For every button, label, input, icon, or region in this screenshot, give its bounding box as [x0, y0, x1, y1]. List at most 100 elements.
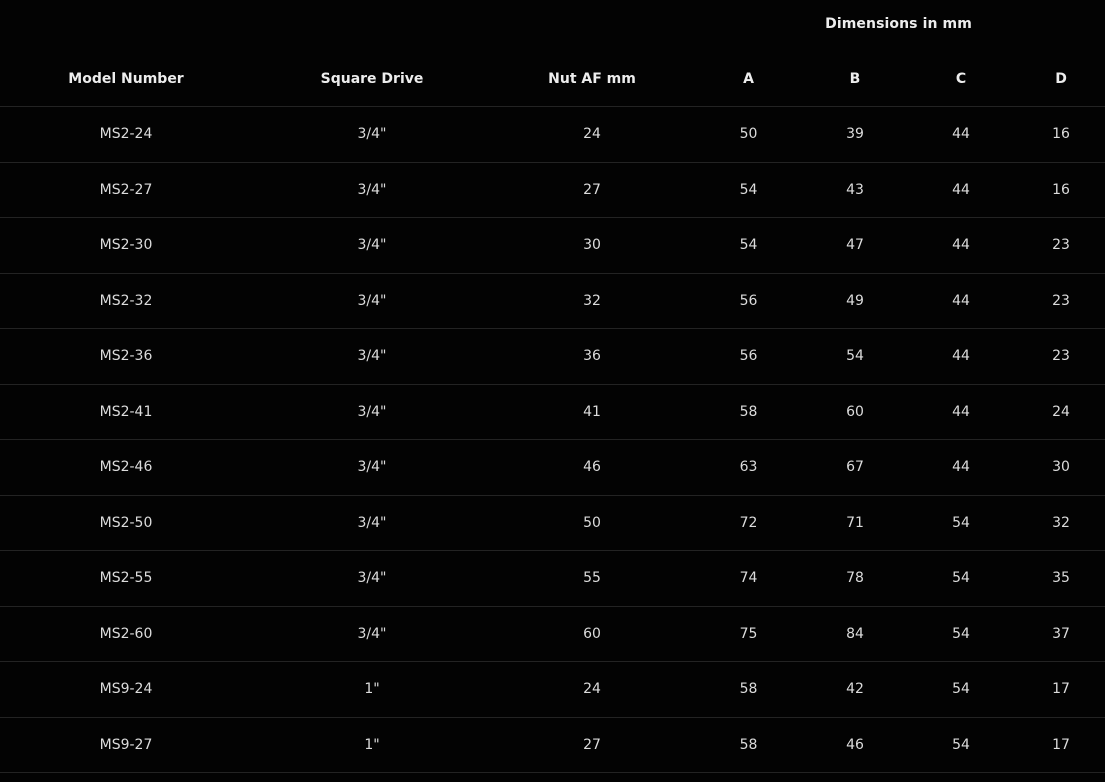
table-row: MS2-46 3/4" 46 63 67 44 30	[0, 439, 1105, 496]
spec-table: Dimensions in mm Model Number Square Dri…	[0, 0, 1105, 773]
cell-dim-d: 24	[1017, 384, 1105, 440]
cell-square-drive: 3/4"	[252, 217, 492, 274]
cell-square-drive: 3/4"	[252, 162, 492, 218]
cell-dim-a: 56	[692, 273, 805, 329]
column-header-model: Model Number	[0, 51, 252, 107]
cell-square-drive: 3/4"	[252, 273, 492, 329]
cell-nut-af: 27	[492, 717, 692, 773]
cell-dim-c: 54	[905, 717, 1017, 773]
cell-dim-b: 42	[805, 661, 905, 718]
cell-nut-af: 27	[492, 162, 692, 218]
column-header-a: A	[692, 51, 805, 107]
cell-dim-d: 16	[1017, 162, 1105, 218]
cell-square-drive: 1"	[252, 661, 492, 718]
cell-model-number: MS2-36	[0, 328, 252, 385]
dimensions-group-header: Dimensions in mm	[692, 0, 1105, 51]
cell-dim-d: 30	[1017, 439, 1105, 496]
cell-dim-a: 63	[692, 439, 805, 496]
cell-square-drive: 3/4"	[252, 606, 492, 662]
cell-square-drive: 3/4"	[252, 439, 492, 496]
cell-dim-c: 44	[905, 273, 1017, 329]
cell-square-drive: 3/4"	[252, 495, 492, 551]
cell-dim-d: 17	[1017, 717, 1105, 773]
cell-nut-af: 30	[492, 217, 692, 274]
cell-dim-c: 44	[905, 328, 1017, 385]
column-header-d: D	[1017, 51, 1105, 107]
cell-model-number: MS2-24	[0, 106, 252, 163]
cell-dim-c: 44	[905, 162, 1017, 218]
cell-square-drive: 3/4"	[252, 106, 492, 163]
cell-dim-d: 23	[1017, 273, 1105, 329]
cell-dim-b: 43	[805, 162, 905, 218]
cell-nut-af: 46	[492, 439, 692, 496]
cell-model-number: MS9-27	[0, 717, 252, 773]
cell-dim-d: 37	[1017, 606, 1105, 662]
table-row: MS9-24 1" 24 58 42 54 17	[0, 661, 1105, 718]
cell-nut-af: 24	[492, 661, 692, 718]
cell-dim-b: 54	[805, 328, 905, 385]
cell-dim-b: 78	[805, 550, 905, 607]
cell-nut-af: 36	[492, 328, 692, 385]
table-row: MS2-24 3/4" 24 50 39 44 16	[0, 106, 1105, 163]
table-row: MS2-30 3/4" 30 54 47 44 23	[0, 217, 1105, 274]
column-header-b: B	[805, 51, 905, 107]
cell-dim-d: 35	[1017, 550, 1105, 607]
table-row: MS9-27 1" 27 58 46 54 17	[0, 717, 1105, 773]
cell-dim-b: 60	[805, 384, 905, 440]
cell-dim-a: 74	[692, 550, 805, 607]
cell-dim-a: 58	[692, 661, 805, 718]
table-header: Dimensions in mm Model Number Square Dri…	[0, 0, 1105, 107]
table-row: MS2-32 3/4" 32 56 49 44 23	[0, 273, 1105, 329]
cell-dim-c: 54	[905, 661, 1017, 718]
cell-square-drive: 3/4"	[252, 550, 492, 607]
column-header-row: Model Number Square Drive Nut AF mm A B …	[0, 51, 1105, 107]
cell-model-number: MS2-27	[0, 162, 252, 218]
cell-model-number: MS2-32	[0, 273, 252, 329]
table-row: MS2-60 3/4" 60 75 84 54 37	[0, 606, 1105, 662]
group-header-spacer	[0, 0, 692, 51]
cell-dim-d: 23	[1017, 217, 1105, 274]
cell-dim-a: 56	[692, 328, 805, 385]
cell-dim-c: 44	[905, 384, 1017, 440]
cell-dim-b: 39	[805, 106, 905, 163]
cell-model-number: MS2-60	[0, 606, 252, 662]
cell-model-number: MS2-55	[0, 550, 252, 607]
cell-dim-c: 54	[905, 550, 1017, 607]
cell-nut-af: 24	[492, 106, 692, 163]
cell-dim-a: 72	[692, 495, 805, 551]
table-row: MS2-41 3/4" 41 58 60 44 24	[0, 384, 1105, 440]
cell-model-number: MS2-30	[0, 217, 252, 274]
cell-dim-a: 58	[692, 384, 805, 440]
cell-square-drive: 1"	[252, 717, 492, 773]
cell-model-number: MS2-46	[0, 439, 252, 496]
cell-dim-b: 67	[805, 439, 905, 496]
cell-nut-af: 60	[492, 606, 692, 662]
cell-nut-af: 50	[492, 495, 692, 551]
cell-model-number: MS2-50	[0, 495, 252, 551]
cell-dim-c: 54	[905, 495, 1017, 551]
cell-model-number: MS9-24	[0, 661, 252, 718]
dimensions-group-label: Dimensions in mm	[825, 16, 972, 32]
cell-dim-b: 71	[805, 495, 905, 551]
table-body: MS2-24 3/4" 24 50 39 44 16 MS2-27 3/4" 27 54 43 44 16…	[0, 106, 1105, 773]
table-row: MS2-55 3/4" 55 74 78 54 35	[0, 550, 1105, 607]
cell-dim-c: 54	[905, 606, 1017, 662]
cell-nut-af: 32	[492, 273, 692, 329]
cell-dim-a: 50	[692, 106, 805, 163]
cell-dim-b: 46	[805, 717, 905, 773]
cell-square-drive: 3/4"	[252, 328, 492, 385]
cell-dim-c: 44	[905, 439, 1017, 496]
cell-model-number: MS2-41	[0, 384, 252, 440]
cell-nut-af: 55	[492, 550, 692, 607]
cell-dim-a: 54	[692, 162, 805, 218]
column-header-c: C	[905, 51, 1017, 107]
cell-dim-c: 44	[905, 217, 1017, 274]
cell-dim-a: 54	[692, 217, 805, 274]
cell-dim-b: 84	[805, 606, 905, 662]
cell-dim-d: 17	[1017, 661, 1105, 718]
cell-dim-d: 32	[1017, 495, 1105, 551]
cell-dim-a: 58	[692, 717, 805, 773]
column-header-nut-af: Nut AF mm	[492, 51, 692, 107]
table-row: MS2-27 3/4" 27 54 43 44 16	[0, 162, 1105, 218]
table-row: MS2-36 3/4" 36 56 54 44 23	[0, 328, 1105, 385]
